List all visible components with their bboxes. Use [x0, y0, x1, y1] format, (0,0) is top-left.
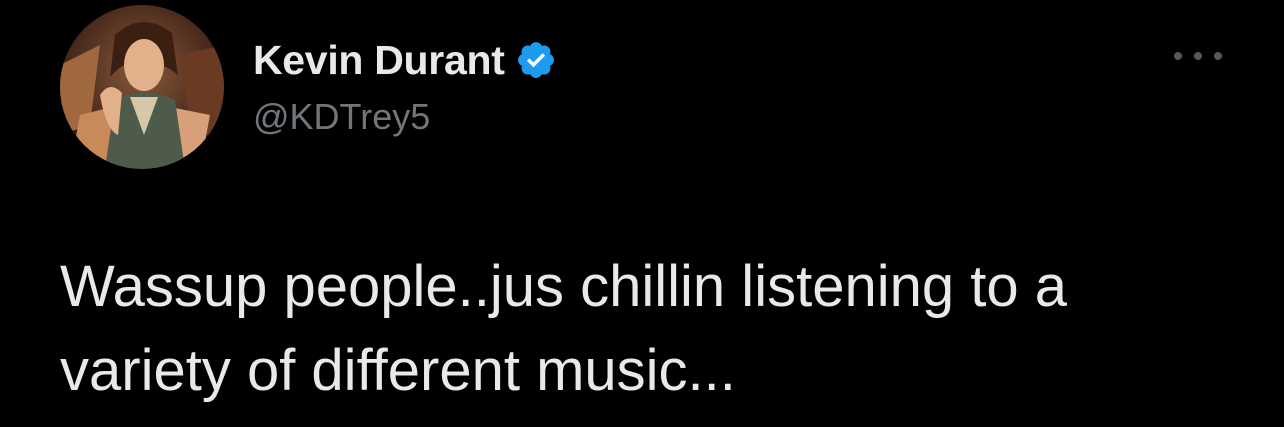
tweet-text-line: variety of different music... [60, 338, 736, 403]
author-name-row: Kevin Durant [253, 34, 557, 86]
more-options-icon[interactable] [1174, 38, 1222, 74]
more-dot [1214, 52, 1222, 60]
avatar-image [60, 5, 224, 169]
author-avatar[interactable] [60, 5, 224, 169]
more-dot [1174, 52, 1182, 60]
tweet-text-line: Wassup people..jus chillin listening to … [60, 254, 1067, 319]
verified-badge-icon [517, 42, 554, 78]
tweet-text: Wassup people..jus chillin listening to … [60, 245, 1250, 413]
more-dot [1194, 52, 1202, 60]
author-display-name[interactable]: Kevin Durant [253, 37, 505, 84]
tweet-card: Kevin Durant @KDTrey5 Wassup people..jus… [0, 0, 1284, 427]
author-handle[interactable]: @KDTrey5 [253, 96, 430, 138]
